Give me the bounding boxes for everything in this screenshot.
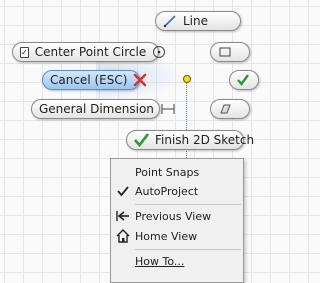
cancel-label: Cancel (ESC) — [50, 73, 128, 87]
general-dimension-button[interactable]: General Dimension — [31, 99, 175, 119]
project-geometry-button[interactable] — [210, 99, 250, 119]
menu-item-label: Home View — [135, 229, 198, 243]
menu-item-point-snaps[interactable]: Point Snaps — [111, 163, 243, 181]
rectangle-icon — [218, 45, 232, 59]
menu-item-label: AutoProject — [135, 184, 199, 198]
checkmark-icon — [115, 183, 131, 199]
center-point-circle-icon — [152, 45, 166, 59]
general-dimension-label: General Dimension — [39, 102, 154, 116]
finish-2d-sketch-button[interactable]: Finish 2D Sketch — [126, 130, 254, 150]
center-point-circle-button[interactable]: ✓ Center Point Circle — [12, 42, 166, 62]
menu-item-how-to[interactable]: How To... — [111, 252, 243, 270]
line-button[interactable]: Line — [155, 11, 241, 31]
home-icon — [115, 228, 131, 244]
snap-point-marker — [183, 75, 191, 83]
sketch-guide-line — [186, 80, 187, 170]
center-point-circle-label: Center Point Circle — [34, 45, 147, 59]
checkmark-icon — [134, 133, 149, 147]
menu-item-label: Previous View — [135, 209, 212, 223]
checkbox-icon: ✓ — [20, 46, 29, 58]
checkmark-icon — [237, 74, 249, 86]
menu-item-label: How To... — [135, 254, 185, 268]
menu-item-label: Point Snaps — [135, 165, 200, 179]
line-label: Line — [183, 14, 209, 28]
project-geometry-icon — [218, 102, 232, 116]
close-icon — [133, 73, 147, 87]
dimension-icon — [160, 102, 176, 116]
finish-sketch-label: Finish 2D Sketch — [155, 133, 255, 147]
menu-item-autoproject[interactable]: AutoProject — [111, 182, 243, 200]
menu-separator — [135, 204, 241, 205]
sketch-canvas[interactable]: Line ✓ Center Point Circle Cancel (ESC) … — [0, 0, 259, 283]
menu-item-previous-view[interactable]: Previous View — [111, 207, 243, 225]
rectangle-button[interactable] — [210, 42, 250, 62]
finish-sketch-small-button[interactable] — [229, 70, 259, 90]
cancel-button[interactable]: Cancel (ESC) — [42, 70, 147, 90]
menu-separator — [135, 249, 241, 250]
context-menu: Point Snaps AutoProject Previous View Ho… — [110, 158, 244, 283]
line-icon — [163, 14, 177, 28]
menu-item-home-view[interactable]: Home View — [111, 227, 243, 245]
previous-view-icon — [115, 208, 131, 224]
